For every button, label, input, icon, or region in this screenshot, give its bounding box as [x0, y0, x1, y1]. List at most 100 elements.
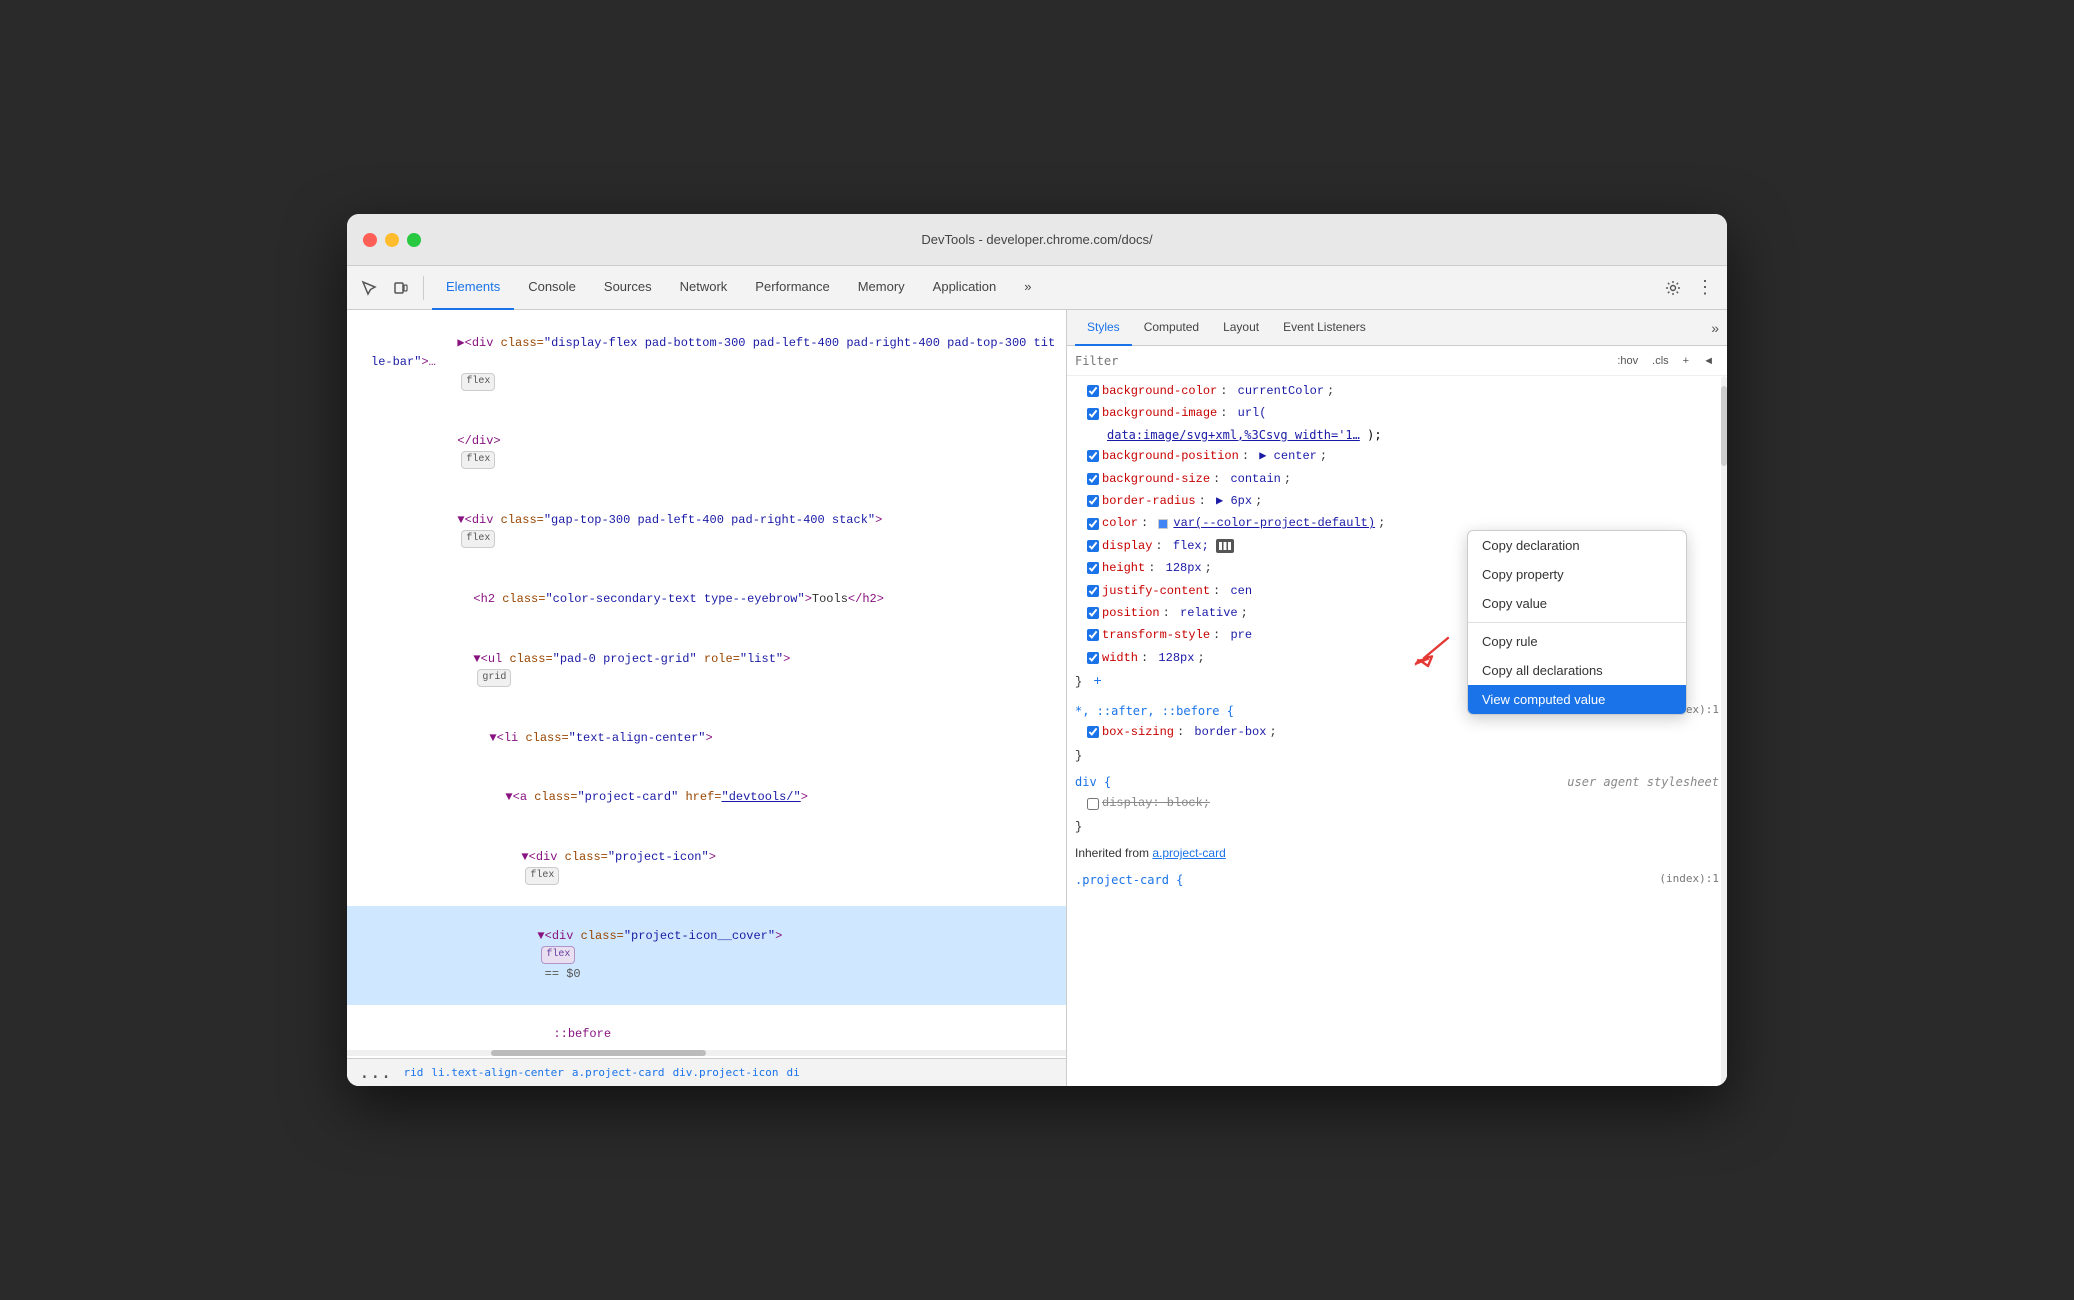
breadcrumb-more[interactable]: ... [355, 1062, 396, 1083]
css-checkbox[interactable] [1087, 562, 1099, 574]
flex-badge: flex [541, 946, 575, 964]
tab-console[interactable]: Console [514, 266, 590, 310]
select-element-button[interactable] [355, 274, 383, 302]
styles-content[interactable]: background-color : currentColor ; backgr… [1067, 376, 1727, 1086]
css-prop-line[interactable]: box-sizing : border-box ; [1067, 721, 1727, 743]
css-prop-line[interactable]: background-image : url( [1067, 402, 1727, 424]
flex-badge: flex [525, 867, 559, 885]
tab-application[interactable]: Application [919, 266, 1011, 310]
tab-elements[interactable]: Elements [432, 266, 514, 310]
css-checkbox[interactable] [1087, 408, 1099, 420]
css-url-link[interactable]: data:image/svg+xml,%3Csvg width='1… [1107, 428, 1360, 442]
devtools-body: ▶<div class="display-flex pad-bottom-300… [347, 310, 1727, 1086]
more-icon: ⋮ [1696, 277, 1714, 298]
css-checkbox[interactable] [1087, 629, 1099, 641]
styles-tabs-more[interactable]: » [1711, 320, 1719, 336]
dom-scrollbar-thumb[interactable] [491, 1050, 707, 1056]
dom-line-selected[interactable]: ▼<div class="project-icon__cover"> flex … [347, 906, 1066, 1004]
ctx-copy-rule[interactable]: Copy rule [1468, 627, 1686, 656]
maximize-button[interactable] [407, 233, 421, 247]
titlebar: DevTools - developer.chrome.com/docs/ [347, 214, 1727, 266]
css-prop-line[interactable]: background-color : currentColor ; [1067, 380, 1727, 402]
ctx-view-computed-value[interactable]: View computed value [1468, 685, 1686, 714]
dom-line[interactable]: <h2 class="color-secondary-text type--ey… [347, 570, 1066, 630]
dom-line[interactable]: ▼<div class="gap-top-300 pad-left-400 pa… [347, 491, 1066, 570]
toolbar-separator-1 [423, 276, 424, 300]
dom-line[interactable]: </div> flex [347, 412, 1066, 491]
devtools-toolbar: Elements Console Sources Network Perform… [347, 266, 1727, 310]
breadcrumb-rid[interactable]: rid [404, 1066, 424, 1079]
dom-scrollbar[interactable] [347, 1050, 1066, 1056]
css-prop-line[interactable]: background-position : ▶ center ; [1067, 445, 1727, 467]
css-url-continuation[interactable]: data:image/svg+xml,%3Csvg width='1… ); [1067, 425, 1727, 445]
css-checkbox[interactable] [1087, 518, 1099, 530]
css-prop-line[interactable]: border-radius : ▶ 6px ; [1067, 490, 1727, 512]
css-prop-line[interactable]: display: block; [1067, 792, 1727, 814]
css-checkbox[interactable] [1087, 495, 1099, 507]
css-checkbox[interactable] [1087, 585, 1099, 597]
ctx-copy-value[interactable]: Copy value [1468, 589, 1686, 618]
css-var-link[interactable]: var(--color-project-default) [1173, 516, 1375, 530]
tab-performance[interactable]: Performance [741, 266, 843, 310]
tab-more[interactable]: » [1010, 266, 1045, 310]
breadcrumb-div-icon[interactable]: div.project-icon [673, 1066, 779, 1079]
dom-line[interactable]: ▼<div class="project-icon"> flex [347, 828, 1066, 907]
css-checkbox[interactable] [1087, 607, 1099, 619]
filter-hover-btn[interactable]: :hov [1612, 353, 1643, 369]
arrow-annotation [1407, 630, 1457, 675]
tab-styles[interactable]: Styles [1075, 310, 1132, 346]
css-checkbox[interactable] [1087, 450, 1099, 462]
ctx-copy-declaration[interactable]: Copy declaration [1468, 531, 1686, 560]
settings-button[interactable] [1659, 274, 1687, 302]
window-title: DevTools - developer.chrome.com/docs/ [921, 232, 1152, 247]
breadcrumb-a[interactable]: a.project-card [572, 1066, 665, 1079]
breadcrumb-bar: ... rid li.text-align-center a.project-c… [347, 1058, 1066, 1086]
css-checkbox[interactable] [1087, 798, 1099, 810]
css-selector: *, ::after, ::before { [1075, 701, 1234, 721]
breadcrumb-di[interactable]: di [787, 1066, 800, 1079]
dom-line[interactable]: ▼<ul class="pad-0 project-grid" role="li… [347, 630, 1066, 709]
dom-line[interactable]: ▼<a class="project-card" href="devtools/… [347, 768, 1066, 828]
ctx-copy-property[interactable]: Copy property [1468, 560, 1686, 589]
filter-input[interactable] [1075, 354, 1606, 368]
css-checkbox[interactable] [1087, 473, 1099, 485]
css-close-brace: } [1067, 744, 1727, 768]
tab-memory[interactable]: Memory [844, 266, 919, 310]
css-prop-line[interactable]: background-size : contain ; [1067, 468, 1727, 490]
styles-panel-scrollbar[interactable] [1721, 376, 1727, 1086]
ctx-copy-all-declarations[interactable]: Copy all declarations [1468, 656, 1686, 685]
source-link[interactable]: (index):1 [1659, 870, 1719, 890]
flex-badge: flex [461, 530, 495, 548]
flex-badge: flex [461, 451, 495, 469]
dom-line[interactable]: ▶<div class="display-flex pad-bottom-300… [347, 314, 1066, 412]
tab-computed[interactable]: Computed [1132, 310, 1211, 346]
ua-rule: div { user agent stylesheet [1067, 768, 1727, 792]
css-checkbox[interactable] [1087, 385, 1099, 397]
filter-cls-btn[interactable]: .cls [1647, 353, 1674, 369]
dom-content[interactable]: ▶<div class="display-flex pad-bottom-300… [347, 310, 1066, 1058]
css-checkbox[interactable] [1087, 540, 1099, 552]
filter-collapse-btn[interactable]: ◄ [1698, 353, 1719, 369]
close-button[interactable] [363, 233, 377, 247]
device-toolbar-button[interactable] [387, 274, 415, 302]
toolbar-right: ⋮ [1659, 274, 1719, 302]
tab-network[interactable]: Network [666, 266, 742, 310]
ua-comment: user agent stylesheet [1567, 772, 1719, 792]
tab-layout[interactable]: Layout [1211, 310, 1271, 346]
more-options-button[interactable]: ⋮ [1691, 274, 1719, 302]
dom-line[interactable]: ▼<li class="text-align-center"> [347, 708, 1066, 768]
tab-sources[interactable]: Sources [590, 266, 666, 310]
add-property-btn[interactable]: + [1093, 674, 1101, 690]
css-checkbox[interactable] [1087, 652, 1099, 664]
ctx-separator [1468, 622, 1686, 623]
color-swatch[interactable] [1158, 519, 1168, 529]
filter-add-btn[interactable]: + [1678, 353, 1694, 369]
styles-panel-scrollbar-thumb[interactable] [1721, 386, 1727, 466]
inherited-from-link[interactable]: a.project-card [1152, 846, 1225, 860]
minimize-button[interactable] [385, 233, 399, 247]
css-checkbox[interactable] [1087, 726, 1099, 738]
tab-event-listeners[interactable]: Event Listeners [1271, 310, 1378, 346]
breadcrumb-li[interactable]: li.text-align-center [431, 1066, 563, 1079]
grid-badge: grid [477, 669, 511, 687]
project-card-rule: .project-card { (index):1 [1067, 866, 1727, 890]
